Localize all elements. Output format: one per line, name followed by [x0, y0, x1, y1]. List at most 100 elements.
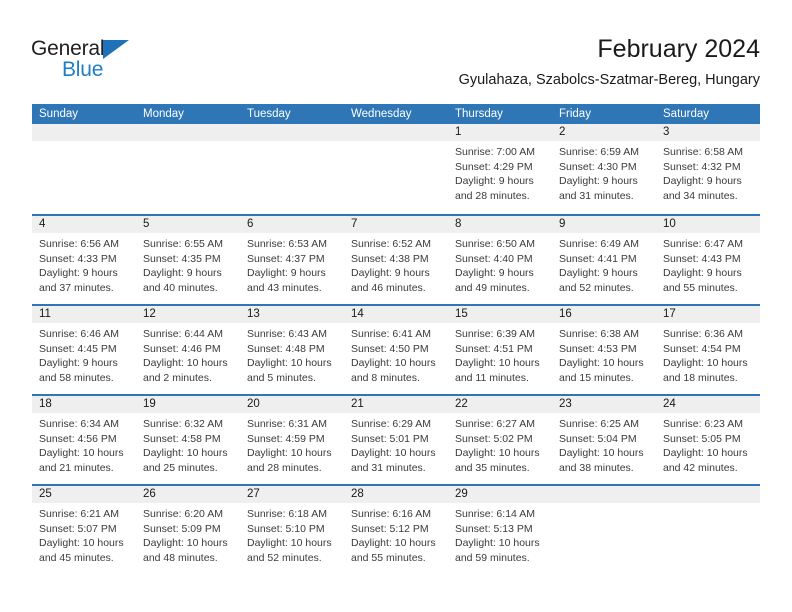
daylight-text: Daylight: 10 hours and 45 minutes.: [39, 537, 124, 564]
sunset-text: Sunset: 5:04 PM: [559, 432, 637, 445]
sunset-text: Sunset: 5:02 PM: [455, 432, 533, 445]
day-info: [136, 141, 240, 145]
week-row: 11 Sunrise: 6:46 AM Sunset: 4:45 PM Dayl…: [32, 304, 760, 394]
day-cell: 11 Sunrise: 6:46 AM Sunset: 4:45 PM Dayl…: [32, 306, 136, 394]
sunset-text: Sunset: 5:01 PM: [351, 432, 429, 445]
weekday-thursday: Thursday: [455, 108, 503, 120]
day-number-band: 13: [240, 306, 344, 323]
day-cell: 25 Sunrise: 6:21 AM Sunset: 5:07 PM Dayl…: [32, 486, 136, 576]
day-info: Sunrise: 6:18 AM Sunset: 5:10 PM Dayligh…: [240, 503, 344, 565]
day-number-band: 25: [32, 486, 136, 503]
day-info: Sunrise: 6:27 AM Sunset: 5:02 PM Dayligh…: [448, 413, 552, 475]
sunrise-text: Sunrise: 6:53 AM: [247, 238, 327, 250]
daylight-text: Daylight: 9 hours and 28 minutes.: [455, 175, 534, 202]
day-cell: 14 Sunrise: 6:41 AM Sunset: 4:50 PM Dayl…: [344, 306, 448, 394]
daylight-text: Daylight: 10 hours and 35 minutes.: [455, 447, 540, 474]
day-number: 5: [143, 218, 150, 230]
sunset-text: Sunset: 5:09 PM: [143, 522, 221, 535]
day-number: 4: [39, 218, 46, 230]
daylight-text: Daylight: 10 hours and 18 minutes.: [663, 357, 748, 384]
sunset-text: Sunset: 4:43 PM: [663, 252, 741, 265]
sunset-text: Sunset: 4:46 PM: [143, 342, 221, 355]
sunrise-text: Sunrise: 6:47 AM: [663, 238, 743, 250]
day-number: 23: [559, 398, 572, 410]
day-cell: 26 Sunrise: 6:20 AM Sunset: 5:09 PM Dayl…: [136, 486, 240, 576]
weekday-friday: Friday: [559, 108, 591, 120]
sunrise-text: Sunrise: 6:34 AM: [39, 418, 119, 430]
sunset-text: Sunset: 5:05 PM: [663, 432, 741, 445]
day-number: 21: [351, 398, 364, 410]
logo-triangle-icon: [103, 40, 129, 59]
day-info: [656, 503, 760, 507]
day-number-band: 18: [32, 396, 136, 413]
day-info: Sunrise: 6:16 AM Sunset: 5:12 PM Dayligh…: [344, 503, 448, 565]
day-info: Sunrise: 7:00 AM Sunset: 4:29 PM Dayligh…: [448, 141, 552, 203]
weekday-wednesday: Wednesday: [351, 108, 412, 120]
daylight-text: Daylight: 10 hours and 21 minutes.: [39, 447, 124, 474]
day-info: Sunrise: 6:44 AM Sunset: 4:46 PM Dayligh…: [136, 323, 240, 385]
day-cell: 16 Sunrise: 6:38 AM Sunset: 4:53 PM Dayl…: [552, 306, 656, 394]
sunrise-text: Sunrise: 6:29 AM: [351, 418, 431, 430]
day-number: 1: [455, 126, 462, 138]
day-cell: 21 Sunrise: 6:29 AM Sunset: 5:01 PM Dayl…: [344, 396, 448, 484]
sunrise-text: Sunrise: 6:25 AM: [559, 418, 639, 430]
sunrise-text: Sunrise: 6:49 AM: [559, 238, 639, 250]
sunrise-text: Sunrise: 6:18 AM: [247, 508, 327, 520]
day-number: 11: [39, 308, 51, 320]
sunset-text: Sunset: 4:50 PM: [351, 342, 429, 355]
day-info: Sunrise: 6:25 AM Sunset: 5:04 PM Dayligh…: [552, 413, 656, 475]
sunset-text: Sunset: 4:32 PM: [663, 160, 741, 173]
day-cell: 23 Sunrise: 6:25 AM Sunset: 5:04 PM Dayl…: [552, 396, 656, 484]
daylight-text: Daylight: 10 hours and 59 minutes.: [455, 537, 540, 564]
day-number-band: [240, 124, 344, 141]
sunrise-text: Sunrise: 6:21 AM: [39, 508, 119, 520]
weekday-monday: Monday: [143, 108, 184, 120]
page-subtitle: Gyulahaza, Szabolcs-Szatmar-Bereg, Hunga…: [458, 72, 760, 88]
day-info: Sunrise: 6:14 AM Sunset: 5:13 PM Dayligh…: [448, 503, 552, 565]
day-number: 16: [559, 308, 572, 320]
day-cell: 10 Sunrise: 6:47 AM Sunset: 4:43 PM Dayl…: [656, 216, 760, 304]
day-number-band: 6: [240, 216, 344, 233]
daylight-text: Daylight: 9 hours and 49 minutes.: [455, 267, 534, 294]
day-number-band: 14: [344, 306, 448, 323]
daylight-text: Daylight: 9 hours and 37 minutes.: [39, 267, 118, 294]
sunset-text: Sunset: 4:40 PM: [455, 252, 533, 265]
daylight-text: Daylight: 10 hours and 15 minutes.: [559, 357, 644, 384]
daylight-text: Daylight: 10 hours and 38 minutes.: [559, 447, 644, 474]
day-cell: 9 Sunrise: 6:49 AM Sunset: 4:41 PM Dayli…: [552, 216, 656, 304]
day-number-band: 5: [136, 216, 240, 233]
day-cell: 8 Sunrise: 6:50 AM Sunset: 4:40 PM Dayli…: [448, 216, 552, 304]
day-number-band: 19: [136, 396, 240, 413]
day-info: [32, 141, 136, 145]
day-number-band: 9: [552, 216, 656, 233]
daylight-text: Daylight: 10 hours and 5 minutes.: [247, 357, 332, 384]
day-number-band: [136, 124, 240, 141]
day-number-band: [344, 124, 448, 141]
sunset-text: Sunset: 5:12 PM: [351, 522, 429, 535]
sunrise-text: Sunrise: 6:58 AM: [663, 146, 743, 158]
day-number-band: 24: [656, 396, 760, 413]
day-number-band: [656, 486, 760, 503]
sunrise-text: Sunrise: 6:32 AM: [143, 418, 223, 430]
logo-text-blue: Blue: [62, 58, 104, 81]
day-info: Sunrise: 6:47 AM Sunset: 4:43 PM Dayligh…: [656, 233, 760, 295]
day-number: 18: [39, 398, 52, 410]
day-info: [552, 503, 656, 507]
daylight-text: Daylight: 9 hours and 58 minutes.: [39, 357, 118, 384]
day-number-band: 10: [656, 216, 760, 233]
sunset-text: Sunset: 4:45 PM: [39, 342, 117, 355]
sunrise-text: Sunrise: 6:36 AM: [663, 328, 743, 340]
day-number: 2: [559, 126, 566, 138]
day-info: Sunrise: 6:46 AM Sunset: 4:45 PM Dayligh…: [32, 323, 136, 385]
week-row: 18 Sunrise: 6:34 AM Sunset: 4:56 PM Dayl…: [32, 394, 760, 484]
day-cell: 6 Sunrise: 6:53 AM Sunset: 4:37 PM Dayli…: [240, 216, 344, 304]
day-info: Sunrise: 6:29 AM Sunset: 5:01 PM Dayligh…: [344, 413, 448, 475]
sunset-text: Sunset: 4:37 PM: [247, 252, 325, 265]
day-number-band: [552, 486, 656, 503]
day-info: Sunrise: 6:21 AM Sunset: 5:07 PM Dayligh…: [32, 503, 136, 565]
day-info: Sunrise: 6:23 AM Sunset: 5:05 PM Dayligh…: [656, 413, 760, 475]
day-info: Sunrise: 6:56 AM Sunset: 4:33 PM Dayligh…: [32, 233, 136, 295]
sunset-text: Sunset: 5:13 PM: [455, 522, 533, 535]
sunset-text: Sunset: 5:07 PM: [39, 522, 117, 535]
daylight-text: Daylight: 10 hours and 48 minutes.: [143, 537, 228, 564]
